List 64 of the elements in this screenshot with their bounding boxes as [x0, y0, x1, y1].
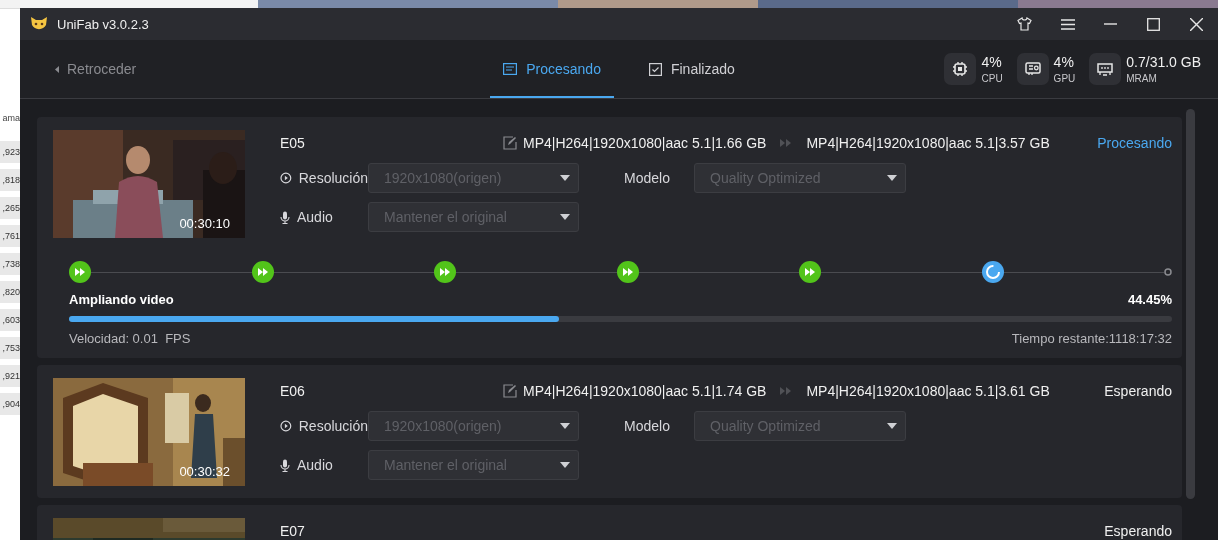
duration-label: 00:30:10: [179, 216, 230, 231]
field-label: Audio: [297, 209, 333, 225]
play-circle-icon: [280, 420, 292, 432]
edit-icon: [503, 136, 517, 150]
status-label: Procesando: [1097, 135, 1172, 151]
stat-value: 0.7/31.0 GB: [1126, 54, 1201, 70]
field-label: Resolución: [298, 170, 368, 186]
edit-icon: [503, 384, 517, 398]
table-cell: ,820: [0, 281, 20, 303]
stat-value: 4%: [981, 54, 1003, 70]
remaining-time: Tiempo restante:1118:17:32: [1011, 331, 1172, 346]
tab[interactable]: Procesando: [490, 40, 614, 98]
field-label: Modelo: [624, 418, 671, 434]
caret-icon: [560, 423, 570, 429]
microphone-icon: [280, 210, 290, 224]
field-label: Audio: [297, 457, 333, 473]
caret-icon: [887, 423, 897, 429]
target-format: MP4|H264|1920x1080|aac 5.1|3.57 GB: [806, 135, 1050, 151]
table-cell: ,753: [0, 337, 20, 359]
stat-label: GPU: [1053, 73, 1076, 84]
tab[interactable]: Finalizado: [635, 40, 748, 98]
stat-label: MRAM: [1126, 73, 1158, 84]
caret-icon: [887, 175, 897, 181]
target-format: MP4|H264|1920x1080|aac 5.1|3.61 GB: [806, 383, 1050, 399]
microphone-icon: [280, 458, 290, 472]
table-cell: ,921: [0, 365, 20, 387]
table-cell: ,603: [0, 309, 20, 331]
memory-icon: [1097, 62, 1114, 76]
table-cell: ,738: [0, 253, 20, 275]
speed-label: Velocidad: 0.01 FPS: [69, 331, 191, 346]
task-name: E07: [280, 523, 306, 539]
task-name: E05: [280, 135, 306, 151]
caret-icon: [560, 462, 570, 468]
field-label: Resolución: [298, 418, 368, 434]
status-label: Esperando: [1104, 383, 1172, 399]
play-circle-icon: [280, 172, 292, 184]
caret-icon: [560, 175, 570, 181]
duration-label: 00:30:32: [179, 464, 230, 479]
source-format: MP4|H264|1920x1080|aac 5.1|1.66 GB: [523, 135, 767, 151]
list-icon: [503, 63, 518, 75]
window-title: UniFab v3.0.2.3: [57, 16, 149, 32]
stat-value: 4%: [1053, 54, 1075, 70]
caret-icon: [560, 214, 570, 220]
percent-label: 44.45%: [1127, 292, 1172, 307]
stage-label: Ampliando video: [69, 292, 174, 307]
table-cell: ,265: [0, 197, 20, 219]
status-label: Esperando: [1104, 523, 1172, 539]
back-button[interactable]: Retroceder: [20, 40, 137, 98]
source-format: MP4|H264|1920x1080|aac 5.1|1.74 GB: [523, 383, 767, 399]
column-header: ama: [1, 113, 20, 125]
caret-icon: [55, 65, 59, 73]
table-cell: ,818: [0, 169, 20, 191]
chip-icon: [952, 61, 969, 77]
graphics-card-icon: [1024, 62, 1041, 76]
scrollbar[interactable]: [1186, 109, 1195, 499]
field-label: Modelo: [624, 170, 671, 186]
task-name: E06: [280, 383, 306, 399]
table-cell: ,923: [0, 141, 20, 163]
table-cell: ,761: [0, 225, 20, 247]
stat-label: CPU: [981, 73, 1003, 84]
checkbox-icon: [648, 62, 662, 76]
double-arrow-icon: [780, 138, 793, 148]
double-arrow-icon: [780, 386, 793, 396]
table-cell: ,904: [0, 393, 20, 415]
